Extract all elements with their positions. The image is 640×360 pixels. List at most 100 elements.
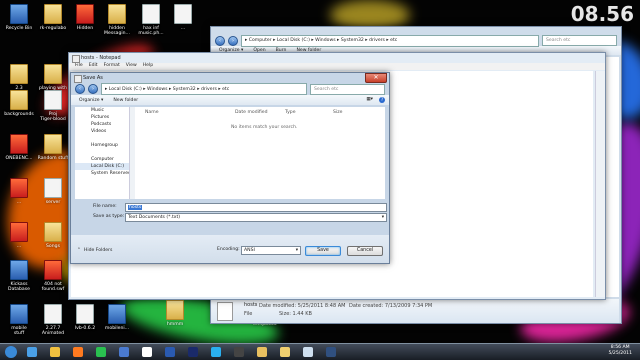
- nav-item-pictures[interactable]: Pictures: [75, 114, 133, 121]
- forward-icon[interactable]: ›: [228, 35, 238, 46]
- cancel-button[interactable]: Cancel: [347, 246, 383, 256]
- system-tray-clock[interactable]: 8:56 AM 5/25/2011: [608, 345, 632, 357]
- desktop-icon[interactable]: Recycle Bin: [2, 4, 36, 31]
- help-icon[interactable]: ?: [379, 97, 385, 103]
- desktop-icon[interactable]: hidden Messagin...: [100, 4, 134, 36]
- close-icon[interactable]: ✕: [365, 73, 387, 83]
- taskbar-video-button[interactable]: [321, 345, 341, 359]
- desktop-icon[interactable]: hax inf music.ph...: [134, 4, 168, 36]
- save-as-address-bar[interactable]: ▸ Local Disk (C:) ▸ Windows ▸ System32 ▸…: [101, 83, 307, 95]
- organize-button[interactable]: Organize ▾: [79, 98, 103, 103]
- encoding-select[interactable]: ANSI ▾: [241, 246, 301, 255]
- desktop-icon[interactable]: 2.3: [2, 64, 36, 91]
- nav-item-homegroup[interactable]: Homegroup: [75, 142, 133, 149]
- taskbar-steam-button[interactable]: [229, 345, 249, 359]
- desktop-icon[interactable]: 404 not found.swf: [36, 260, 70, 292]
- folder-icon: [10, 64, 28, 84]
- desktop-icon[interactable]: ONEBENC...: [2, 134, 36, 161]
- nav-item-videos[interactable]: Videos: [75, 128, 133, 135]
- nav-item-music[interactable]: Music: [75, 107, 133, 114]
- taskbar-photoshop-button[interactable]: [183, 345, 203, 359]
- desktop-icon[interactable]: rk-regulabo: [36, 4, 70, 31]
- desktop-icon[interactable]: Kickass Database: [2, 260, 36, 292]
- save-as-title: Save As: [83, 75, 103, 81]
- folder-icon: [44, 134, 62, 154]
- desktop-icon[interactable]: Songs: [36, 222, 70, 249]
- taskbar-paint-button[interactable]: [114, 345, 134, 359]
- folder-icon: [44, 4, 62, 24]
- desktop-icon[interactable]: lvb-0.6.2: [68, 304, 102, 331]
- back-icon[interactable]: ‹: [75, 84, 85, 94]
- taskbar-skype-button[interactable]: [206, 345, 226, 359]
- new-folder-button[interactable]: New folder: [113, 98, 138, 103]
- taskbar-chrome-button[interactable]: [91, 345, 111, 359]
- folder-icon: [257, 347, 267, 357]
- menu-edit[interactable]: Edit: [89, 63, 98, 70]
- col-size[interactable]: Size: [333, 110, 363, 115]
- nav-item-system-reserved[interactable]: System Reserved: [75, 170, 133, 177]
- nav-item-podcasts[interactable]: Podcasts: [75, 121, 133, 128]
- taskbar-word-button[interactable]: [160, 345, 180, 359]
- skype-icon: [211, 347, 221, 357]
- taskbar-explorer2-button[interactable]: [275, 345, 295, 359]
- desktop-icon-label: hmmm: [166, 322, 184, 327]
- forward-icon[interactable]: ›: [88, 84, 98, 94]
- taskbar-explorer-button[interactable]: [45, 345, 65, 359]
- col-type[interactable]: Type: [285, 110, 333, 115]
- save-type-value: Text Documents (*.txt): [128, 215, 181, 220]
- desktop-icon[interactable]: Random stuff: [36, 134, 70, 161]
- explorer-breadcrumb[interactable]: ▸ Computer ▸ Local Disk (C:) ▸ Windows ▸…: [245, 38, 397, 43]
- view-options-icon[interactable]: ▦▾: [366, 97, 373, 103]
- menu-format[interactable]: Format: [104, 63, 120, 70]
- explorer-address-bar[interactable]: ▸ Computer ▸ Local Disk (C:) ▸ Windows ▸…: [241, 34, 539, 47]
- taskbar-folder-button[interactable]: [252, 345, 272, 359]
- col-date-modified[interactable]: Date modified: [235, 110, 285, 115]
- explorer-search-input[interactable]: Search etc: [542, 35, 617, 46]
- back-icon[interactable]: ‹: [215, 35, 225, 46]
- firefox-icon: [73, 347, 83, 357]
- taskbar: 8:56 AM 5/25/2011: [0, 343, 640, 360]
- desktop-icon[interactable]: ...: [2, 178, 36, 205]
- desktop-icon-label: hidden Messagin...: [104, 26, 130, 36]
- notepad-menubar: File Edit Format View Help: [69, 63, 605, 70]
- desktop-icon[interactable]: ...: [2, 222, 36, 249]
- save-button[interactable]: Save: [305, 246, 341, 256]
- hide-folders-toggle[interactable]: ⌃ Hide Folders: [77, 248, 112, 253]
- desktop-icon[interactable]: server: [36, 178, 70, 205]
- menu-help[interactable]: Help: [143, 63, 153, 70]
- taskbar-p-app-button[interactable]: [137, 345, 157, 359]
- notepad-scrollbar[interactable]: [595, 71, 605, 297]
- details-created: Date created: 7/13/2009 7:34 PM: [349, 303, 433, 309]
- notepad-titlebar[interactable]: hosts - Notepad: [69, 53, 605, 63]
- document-icon: [44, 178, 62, 198]
- desktop-icon[interactable]: mobileni...: [100, 304, 134, 331]
- save-as-titlebar[interactable]: Save As ✕: [71, 73, 389, 83]
- desktop-icon[interactable]: ...: [166, 4, 200, 31]
- desktop-icon[interactable]: hmmm: [158, 300, 192, 327]
- nav-item-computer[interactable]: Computer: [75, 156, 133, 163]
- desktop-icon[interactable]: backgrounds: [2, 90, 36, 117]
- taskbar-firefox-button[interactable]: [68, 345, 88, 359]
- taskbar-start-button[interactable]: [3, 345, 19, 359]
- desktop-icon[interactable]: mobile stuff: [2, 304, 36, 336]
- file-name-input[interactable]: hosts: [125, 203, 387, 212]
- desktop-icon[interactable]: Hidden: [68, 4, 102, 31]
- explorer-titlebar[interactable]: [211, 27, 621, 35]
- file-name-label: File name:: [93, 204, 117, 209]
- save-as-dialog[interactable]: Save As ✕ ‹ › ▸ Local Disk (C:) ▸ Window…: [70, 72, 390, 264]
- file-list[interactable]: Name Date modified Type Size No items ma…: [135, 107, 385, 199]
- taskbar-ie-button[interactable]: [22, 345, 42, 359]
- desktop-icon-label: ONEBENC...: [5, 156, 33, 161]
- save-as-search-input[interactable]: Search etc: [310, 83, 385, 95]
- menu-view[interactable]: View: [126, 63, 137, 70]
- col-name[interactable]: Name: [145, 110, 235, 115]
- desktop-icon[interactable]: Proj Tiger-blood: [36, 90, 70, 122]
- menu-file[interactable]: File: [75, 63, 83, 70]
- save-as-breadcrumb[interactable]: ▸ Local Disk (C:) ▸ Windows ▸ System32 ▸…: [105, 87, 229, 92]
- taskbar-notepad-button[interactable]: [298, 345, 318, 359]
- desktop-icon[interactable]: 2.27.7 Animated: [36, 304, 70, 336]
- nav-item-local-disk[interactable]: Local Disk (C:): [75, 163, 133, 170]
- hide-folders-label: Hide Folders: [83, 248, 113, 253]
- save-type-select[interactable]: Text Documents (*.txt) ▾: [125, 213, 387, 222]
- desktop-icon-label: lvb-0.6.2: [74, 326, 96, 331]
